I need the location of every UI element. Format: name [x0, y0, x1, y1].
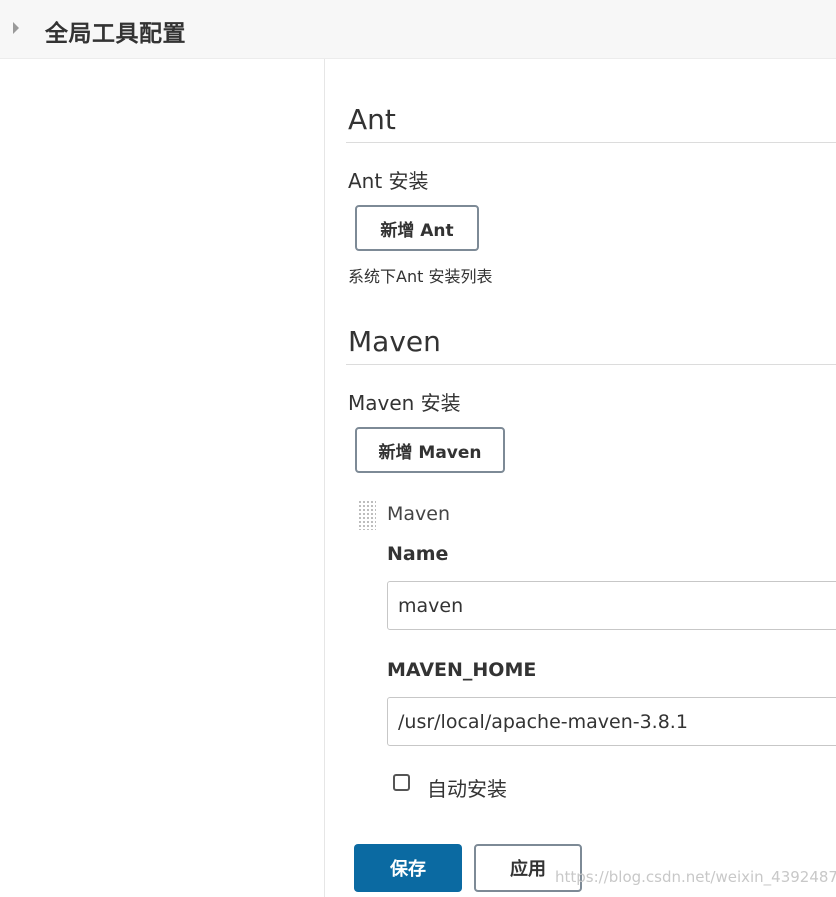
name-field-label: Name	[387, 543, 449, 565]
ant-section-heading: Ant	[348, 103, 396, 136]
ant-help-text: 系统下Ant 安装列表	[348, 267, 493, 286]
maven-section-heading: Maven	[348, 325, 441, 358]
maven-section-divider	[346, 364, 836, 365]
name-input[interactable]	[387, 581, 836, 630]
page-header: 全局工具配置	[0, 0, 836, 59]
expand-caret-icon[interactable]	[13, 22, 19, 34]
auto-install-label: 自动安装	[427, 777, 507, 801]
drag-handle-icon[interactable]	[358, 500, 376, 530]
save-button[interactable]: 保存	[354, 844, 462, 892]
sidebar-divider	[324, 59, 325, 897]
maven-item-title: Maven	[387, 503, 451, 525]
ant-section-divider	[346, 142, 836, 143]
maven-home-field-label: MAVEN_HOME	[387, 659, 537, 681]
maven-home-input[interactable]	[387, 697, 836, 746]
watermark: https://blog.csdn.net/weixin_43924871	[555, 868, 836, 886]
page-title: 全局工具配置	[45, 21, 186, 47]
add-ant-button[interactable]: 新增 Ant	[355, 205, 479, 251]
add-maven-button[interactable]: 新增 Maven	[355, 427, 505, 473]
ant-installations-label: Ant 安装	[348, 169, 429, 193]
maven-installations-label: Maven 安装	[348, 391, 461, 415]
auto-install-checkbox[interactable]	[393, 774, 410, 791]
